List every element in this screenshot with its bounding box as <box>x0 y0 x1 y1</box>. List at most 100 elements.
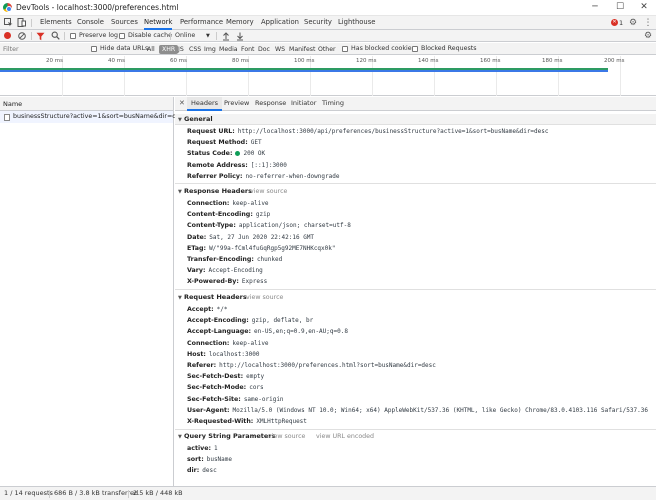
header-key: Sec-Fetch-Mode: <box>187 384 247 392</box>
error-count[interactable]: 1 <box>619 17 623 29</box>
filter-funnel-icon[interactable] <box>36 32 45 41</box>
column-header-name[interactable]: Name <box>0 97 173 111</box>
disable-cache-label: Disable cache <box>128 32 173 39</box>
request-headers-section-header[interactable]: ▼ Request Headers view source <box>175 292 656 303</box>
header-value: */* <box>216 306 228 313</box>
preserve-log-checkbox[interactable] <box>70 33 76 39</box>
header-key: Content-Type: <box>187 222 236 230</box>
section-title: Query String Parameters <box>184 432 276 440</box>
filter-type-media[interactable]: Media <box>216 45 241 54</box>
filter-input[interactable] <box>1 44 85 54</box>
record-icon[interactable] <box>4 32 11 39</box>
general-row: Remote Address: [::1]:3000 <box>187 160 287 171</box>
tab-network[interactable]: Network <box>144 16 173 30</box>
tab-response[interactable]: Response <box>255 97 286 111</box>
tab-headers[interactable]: Headers <box>187 97 223 111</box>
tab-console[interactable]: Console <box>77 16 104 30</box>
tab-lighthouse[interactable]: Lighthouse <box>338 16 375 30</box>
view-url-encoded-link[interactable]: view URL encoded <box>316 431 374 442</box>
tab-application[interactable]: Application <box>261 16 299 30</box>
divider <box>175 429 656 430</box>
filter-type-all[interactable]: All <box>144 45 158 54</box>
preserve-log-label: Preserve log <box>79 32 118 39</box>
filter-type-doc[interactable]: Doc <box>255 45 273 54</box>
import-har-icon[interactable] <box>222 31 230 41</box>
header-key: Remote Address: <box>187 161 248 169</box>
header-value: en-US,en;q=0.9,en-AU;q=0.8 <box>254 328 348 336</box>
request-details-panel: ✕ Headers Preview Response Initiator Tim… <box>175 97 656 486</box>
response-header-row: X-Powered-By: Express <box>187 276 267 287</box>
minimize-button[interactable]: ─ <box>585 1 605 15</box>
query-params-section-header[interactable]: ▼ Query String Parameters view source vie… <box>175 431 656 442</box>
network-toolbar: Preserve log Disable cache Online ▼ ⚙ <box>0 30 656 42</box>
timeline-tick-label: 60 ms <box>170 58 187 64</box>
search-icon[interactable] <box>51 31 60 40</box>
tab-security[interactable]: Security <box>304 16 332 30</box>
header-key: Transfer-Encoding: <box>187 256 254 263</box>
request-header-row: Accept-Language: en-US,en;q=0.9,en-AU;q=0… <box>187 326 348 337</box>
device-toolbar-icon[interactable] <box>16 18 26 28</box>
header-value: Sat, 27 Jun 2020 22:42:16 GMT <box>209 233 315 241</box>
tab-sources[interactable]: Sources <box>111 16 138 30</box>
response-header-row: Date: Sat, 27 Jun 2020 22:42:16 GMT <box>187 232 314 243</box>
header-key: Sec-Fetch-Site: <box>187 395 241 403</box>
disable-cache-checkbox[interactable] <box>119 33 125 39</box>
request-row[interactable]: businessStructure?active=1&sort=busName&… <box>0 111 187 123</box>
error-icon[interactable]: ✕ <box>611 19 618 26</box>
view-source-link[interactable]: view source <box>250 186 287 197</box>
request-name: businessStructure?active=1&sort=busName&… <box>13 113 187 120</box>
filter-type-js[interactable]: JS <box>175 45 187 54</box>
clear-icon[interactable] <box>18 31 26 40</box>
response-header-row: Connection: keep-alive <box>187 198 269 209</box>
network-overview-timeline[interactable]: 20 ms 40 ms 60 ms 80 ms 100 ms 120 ms 140 ms 16… <box>0 56 656 96</box>
response-headers-section-header[interactable]: ▼ Response Headers view source <box>175 186 656 197</box>
request-header-row: Sec-Fetch-Mode: cors <box>187 382 264 393</box>
more-options-icon[interactable]: ⋮ <box>643 18 653 28</box>
maximize-button[interactable]: ☐ <box>610 1 630 15</box>
separator <box>216 32 217 40</box>
settings-gear-icon[interactable]: ⚙ <box>628 18 638 28</box>
inspect-element-icon[interactable] <box>3 18 13 28</box>
request-header-row: Accept-Encoding: gzip, deflate, br <box>187 315 313 326</box>
header-key: active: <box>187 445 212 452</box>
timeline-tick-label: 80 ms <box>232 58 249 64</box>
header-key: X-Powered-By: <box>187 278 239 286</box>
chevron-down-icon[interactable]: ▼ <box>206 30 210 42</box>
header-key: Content-Encoding: <box>187 211 253 219</box>
tab-performance[interactable]: Performance <box>180 16 223 30</box>
timeline-tick-label: 120 ms <box>356 58 377 64</box>
network-settings-gear-icon[interactable]: ⚙ <box>643 31 653 41</box>
section-title: General <box>184 115 213 123</box>
filter-type-manifest[interactable]: Manifest <box>286 45 318 54</box>
view-source-link[interactable]: view source <box>246 292 283 303</box>
tab-elements[interactable]: Elements <box>40 16 72 30</box>
section-title: Request Headers <box>184 293 247 301</box>
filter-type-other[interactable]: Other <box>315 45 339 54</box>
blocked-requests-checkbox[interactable] <box>412 46 418 52</box>
request-header-row: Accept: */* <box>187 304 228 315</box>
divider <box>175 289 656 290</box>
view-source-link[interactable]: view source <box>268 431 305 442</box>
tab-preview[interactable]: Preview <box>224 97 249 111</box>
general-section-header[interactable]: ▼ General <box>175 114 656 125</box>
tab-memory[interactable]: Memory <box>226 16 254 30</box>
close-details-icon[interactable]: ✕ <box>179 97 185 110</box>
request-header-row: Sec-Fetch-Site: same-origin <box>187 394 284 405</box>
timeline-tick-label: 100 ms <box>294 58 315 64</box>
close-window-button[interactable]: ✕ <box>634 1 654 15</box>
header-value: GET <box>250 139 262 147</box>
hide-data-urls-checkbox[interactable] <box>91 46 97 52</box>
header-key: User-Agent: <box>187 406 230 414</box>
separator <box>31 19 32 27</box>
throttling-select[interactable]: Online <box>175 30 195 42</box>
detail-tabs: ✕ Headers Preview Response Initiator Tim… <box>175 97 656 111</box>
export-har-icon[interactable] <box>236 31 244 41</box>
tab-timing[interactable]: Timing <box>322 97 344 111</box>
hide-data-urls-label: Hide data URLs <box>100 45 149 52</box>
tab-initiator[interactable]: Initiator <box>291 97 316 111</box>
request-list: Name businessStructure?active=1&sort=bus… <box>0 97 187 486</box>
general-row: Status Code: 200 OK <box>187 148 265 159</box>
resources-size: 2.5 kB / 448 kB <box>133 489 183 497</box>
header-value: empty <box>246 373 265 381</box>
has-blocked-cookies-checkbox[interactable] <box>342 46 348 52</box>
